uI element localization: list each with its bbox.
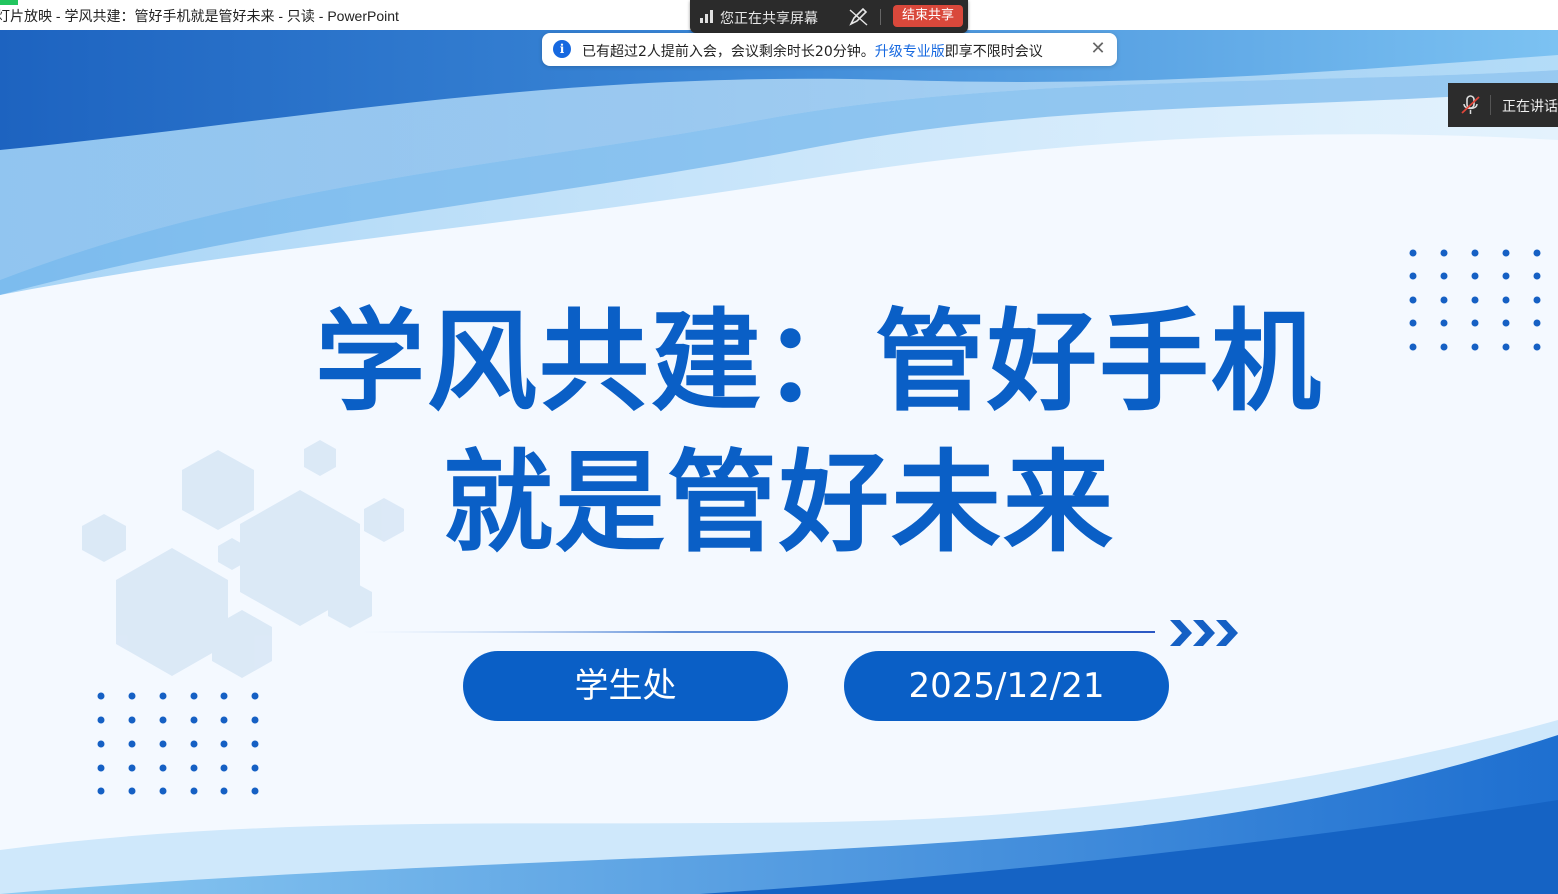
meeting-time-notice: i 已有超过2人提前入会，会议剩余时长20分钟。升级专业版即享不限时会议 ✕	[542, 33, 1117, 66]
toolbar-divider	[880, 9, 881, 25]
notice-message-prefix: 已有超过2人提前入会，会议剩余时长20分钟。	[582, 44, 875, 60]
info-icon: i	[553, 40, 571, 58]
date-pill: 2025/12/21	[844, 651, 1169, 721]
window-title: 灯片放映 - 学风共建：管好手机就是管好未来 - 只读 - PowerPoint	[0, 8, 399, 24]
department-pill: 学生处	[463, 651, 788, 721]
slide-title-line-2: 就是管好未来	[443, 439, 1115, 567]
notice-message-suffix: 即享不限时会议	[944, 44, 1043, 60]
screen-share-toolbar: 您正在共享屏幕 结束共享	[690, 0, 968, 33]
recording-indicator	[0, 0, 18, 5]
upgrade-link[interactable]: 升级专业版	[875, 44, 945, 60]
sharing-status-label: 您正在共享屏幕	[720, 11, 818, 27]
title-rule	[360, 631, 1155, 633]
slide-title-line-1: 学风共建：管好手机	[315, 298, 1323, 426]
speaking-divider	[1490, 95, 1491, 115]
close-icon[interactable]: ✕	[1088, 38, 1108, 60]
muted-mic-icon	[1461, 95, 1480, 114]
end-share-button[interactable]: 结束共享	[893, 5, 963, 27]
slide-canvas: 学风共建：管好手机 就是管好未来 学生处 2025/12/21	[0, 30, 1558, 894]
speaking-label: 正在讲话	[1502, 99, 1558, 115]
notice-message: 已有超过2人提前入会，会议剩余时长20分钟。升级专业版即享不限时会议	[582, 41, 1043, 61]
signal-strength-icon	[700, 10, 713, 23]
annotate-pen-icon[interactable]	[848, 7, 870, 27]
speaking-indicator: 正在讲话	[1448, 83, 1558, 127]
chevron-arrows-icon	[1170, 620, 1238, 646]
dot-grid-left	[97, 692, 259, 795]
